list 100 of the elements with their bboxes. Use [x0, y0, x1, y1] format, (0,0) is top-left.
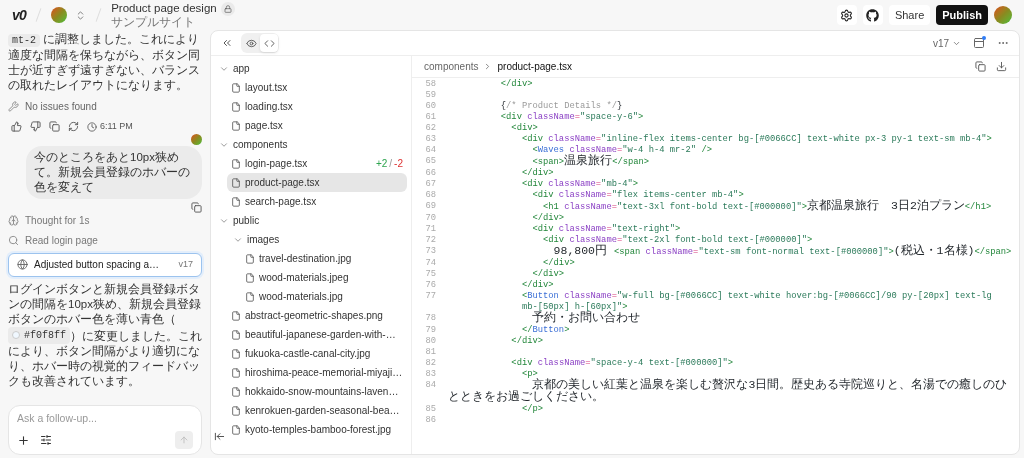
- file-icon: [231, 120, 241, 131]
- version-card[interactable]: Adjusted button spacing a… v17: [8, 252, 202, 277]
- download-icon[interactable]: [996, 61, 1007, 72]
- line-number: 63: [425, 134, 436, 144]
- line-number: 81: [425, 347, 436, 357]
- line-number: 83: [425, 369, 436, 379]
- version-title: Adjusted button spacing a…: [34, 258, 160, 272]
- step-label[interactable]: Thought for 1s: [25, 212, 90, 228]
- code-line: </div>: [520, 280, 554, 291]
- line-number: 85: [425, 404, 436, 414]
- code-line: <h1 className="text-3xl font-bold text-[#000000]">京都温泉旅行 3日2泊プラン</h1>: [542, 201, 992, 213]
- avatar: [994, 6, 1012, 24]
- message-text: mt-2 に調整しました。これにより適度な間隔を保ちながら、ボタン同士が近すぎず遠すぎない、バランスの取れたレイアウトになります。: [8, 32, 201, 93]
- line-number: 84: [425, 380, 436, 390]
- line-number: 82: [425, 358, 436, 368]
- version-dropdown[interactable]: v17: [932, 35, 961, 51]
- avatar: [191, 133, 202, 145]
- github-button[interactable]: [862, 5, 883, 25]
- folder-item[interactable]: components: [219, 137, 288, 152]
- copy-icon[interactable]: [975, 61, 986, 72]
- code-line: </p>: [520, 404, 544, 415]
- code-line: <div>: [510, 123, 538, 134]
- file-icon: [231, 348, 241, 359]
- code-line: <span>温泉旅行</span>: [531, 156, 650, 168]
- file-icon: [245, 291, 255, 302]
- file-icon: [231, 101, 241, 112]
- file-item[interactable]: abstract-geometric-shapes.png: [227, 306, 407, 325]
- file-item[interactable]: layout.tsx: [227, 78, 407, 97]
- code-line: </div>: [499, 79, 533, 90]
- line-number: 59: [425, 90, 436, 100]
- line-number: 76: [425, 280, 436, 290]
- file-item[interactable]: hokkaido-snow-mountains-laven…: [227, 382, 407, 401]
- file-item[interactable]: loading.tsx: [227, 97, 407, 116]
- file-item[interactable]: page.tsx: [227, 116, 407, 135]
- code-line: </div>: [510, 336, 544, 347]
- message-time: 6:11 PM: [100, 120, 133, 133]
- clock-icon: [87, 121, 97, 132]
- publish-button[interactable]: Publish: [936, 5, 988, 25]
- follow-up-input[interactable]: Ask a follow-up...: [17, 411, 193, 427]
- file-icon: [231, 367, 241, 378]
- file-item[interactable]: hiroshima-peace-memorial-miyaji…: [227, 363, 407, 382]
- avatar: [51, 7, 68, 23]
- code-line: <div className="space-y-4 text-[#000000]">: [510, 358, 734, 369]
- thumbs-down-icon[interactable]: [30, 121, 41, 133]
- thumbs-up-icon[interactable]: [11, 121, 22, 133]
- file-icon: [231, 177, 241, 188]
- collapse-icon[interactable]: [221, 37, 233, 49]
- file-item[interactable]: travel-destination.jpg: [241, 249, 407, 268]
- project-subtitle: サンプルサイト: [111, 16, 197, 29]
- file-icon: [231, 424, 241, 435]
- folder-item[interactable]: images: [233, 232, 280, 247]
- breadcrumb-item[interactable]: product-page.tsx: [497, 59, 572, 74]
- file-icon: [231, 82, 241, 93]
- file-item[interactable]: product-page.tsx: [227, 173, 407, 192]
- file-icon: [245, 253, 255, 264]
- code-line: mb-[50px] h-[60px]">: [520, 302, 628, 312]
- sliders-icon[interactable]: [40, 434, 52, 446]
- gear-icon: [840, 8, 854, 22]
- file-icon: [231, 386, 241, 397]
- share-button[interactable]: Share: [888, 5, 931, 25]
- file-item[interactable]: kyoto-temples-bamboo-forest.jpg: [227, 420, 407, 439]
- line-number: 69: [425, 201, 436, 211]
- folder-item[interactable]: app: [219, 61, 250, 76]
- input-box[interactable]: Ask a follow-up...: [8, 405, 202, 455]
- settings-button[interactable]: [836, 5, 857, 25]
- file-item[interactable]: login-page.tsx +2 / -2: [227, 154, 407, 173]
- line-number: 67: [425, 179, 436, 189]
- file-item[interactable]: wood-materials.jpeg: [241, 268, 407, 287]
- arrow-up-icon: [179, 435, 189, 445]
- line-number: 70: [425, 213, 436, 223]
- file-item[interactable]: fukuoka-castle-canal-city.jpg: [227, 344, 407, 363]
- file-icon: [231, 405, 241, 416]
- eye-icon: [245, 37, 257, 49]
- arrow-left-to-line-icon: [213, 430, 225, 442]
- logo[interactable]: v0: [12, 4, 27, 26]
- refresh-icon[interactable]: [68, 121, 79, 133]
- code-line: </Button>: [520, 325, 570, 336]
- code-line: <Waves className="w-4 h-4 mr-2" />: [531, 145, 712, 155]
- copy-icon[interactable]: [49, 121, 60, 133]
- file-item[interactable]: wood-materials.jpg: [241, 287, 407, 306]
- panel-icon[interactable]: [973, 37, 985, 49]
- step-label[interactable]: Read login page: [25, 232, 98, 248]
- removed-count: -2: [394, 157, 403, 171]
- file-item[interactable]: kenrokuen-garden-seasonal-bea…: [227, 401, 407, 420]
- breadcrumb-item[interactable]: components: [424, 59, 479, 74]
- code-line: <div className="mb-4">: [520, 179, 639, 190]
- code-line: </div>: [542, 258, 575, 269]
- line-number: 77: [425, 291, 436, 301]
- add-icon[interactable]: [17, 433, 30, 447]
- file-item[interactable]: beautiful-japanese-garden-with-…: [227, 325, 407, 344]
- wrench-icon: [8, 101, 19, 112]
- message-text: ログインボタンと新規会員登録ボタンの間隔を10px狭め、新規会員登録ボタンのホバー色を薄い青色（ #f0f8ff ）に変更しました。これにより、ボタン間隔がより適切になり、ホバー時の視覚的フィードバックも改善されています。: [8, 281, 202, 389]
- file-icon: [231, 329, 241, 340]
- line-number: 62: [425, 123, 436, 133]
- folder-item[interactable]: public: [219, 213, 260, 228]
- copy-icon[interactable]: [191, 201, 202, 213]
- code-line: </div>: [531, 269, 565, 280]
- file-item[interactable]: search-page.tsx: [227, 192, 407, 211]
- line-number: 60: [425, 101, 436, 111]
- octocat-icon: [866, 8, 880, 22]
